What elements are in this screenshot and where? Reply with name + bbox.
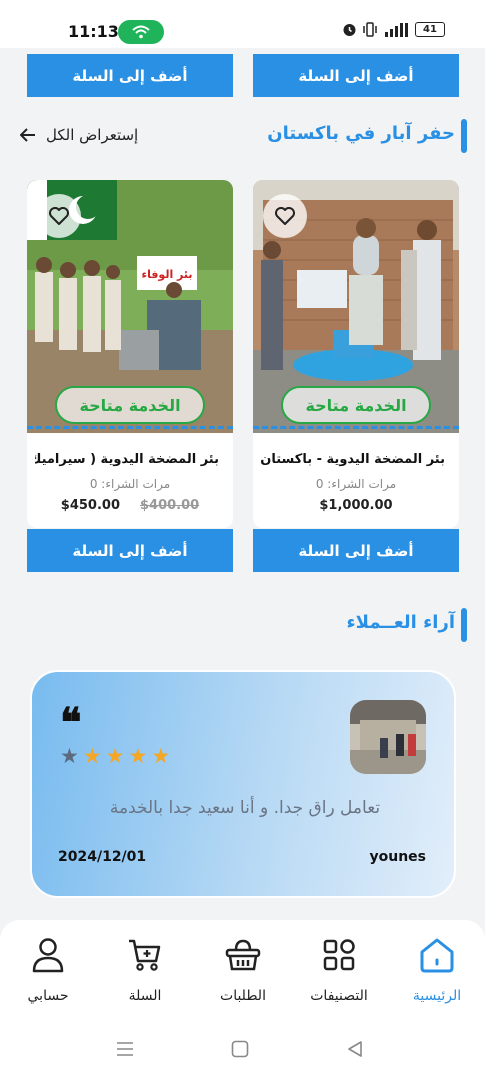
signal-icon xyxy=(385,23,408,37)
price: $450.00 xyxy=(60,498,120,513)
price-row: $450.00 $400.00 xyxy=(27,498,233,513)
orders-basket-icon xyxy=(225,939,261,971)
nav-label: حسابي xyxy=(27,988,69,1004)
star-filled-icon: ★ xyxy=(105,744,125,768)
view-all-link[interactable]: إستعراض الكل xyxy=(20,126,138,144)
nav-label: الطلبات xyxy=(220,988,266,1004)
add-to-cart-button[interactable]: أضف إلى السلة xyxy=(27,529,233,572)
section-title: آراء العــملاء xyxy=(346,612,455,633)
nav-label: الرئيسية xyxy=(412,988,462,1004)
reviewer-name: younes xyxy=(369,849,426,865)
review-date: 2024/12/01 xyxy=(58,849,147,865)
system-nav-bar xyxy=(0,1024,485,1080)
star-filled-icon: ★ xyxy=(82,744,102,768)
quote-icon: ❝ xyxy=(60,699,82,746)
availability-badge: الخدمة متاحة xyxy=(55,386,205,424)
nav-item-account[interactable]: حسابي xyxy=(3,934,93,1004)
view-all-label: إستعراض الكل xyxy=(46,126,139,144)
status-time: 11:13 xyxy=(68,22,119,41)
nav-item-home[interactable]: الرئيسية xyxy=(392,934,482,1004)
section-accent-bar xyxy=(461,119,467,153)
add-to-cart-button[interactable]: أضف إلى السلة xyxy=(253,529,459,572)
heart-icon xyxy=(275,207,295,225)
product-card[interactable]: بئر الوفاء الخدمة متاحة بئر المضخة اليدو… xyxy=(27,180,233,528)
image-divider xyxy=(27,426,233,429)
review-card: ❝ ★ ★ ★ ★ ★ تعامل راق جدا. و أنا سعيد جدا با… xyxy=(30,670,456,898)
add-to-cart-button[interactable]: أضف إلى السلة xyxy=(253,54,459,97)
well-sign-text: بئر الوفاء xyxy=(141,268,192,281)
availability-badge: الخدمة متاحة xyxy=(281,386,431,424)
favorite-button[interactable] xyxy=(37,194,81,238)
nav-label: السلة xyxy=(128,988,162,1004)
reviews-section-header: آراء العــملاء xyxy=(0,606,485,646)
arrow-left-icon xyxy=(20,128,35,142)
nav-item-categories[interactable]: التصنيفات xyxy=(294,934,384,1004)
add-to-cart-button[interactable]: أضف إلى السلة xyxy=(27,54,233,97)
categories-icon xyxy=(323,939,355,971)
nav-item-orders[interactable]: الطلبات xyxy=(198,934,288,1004)
section-accent-bar xyxy=(461,608,467,642)
purchase-count: مرات الشراء: 0 xyxy=(89,477,171,491)
star-empty-icon: ★ xyxy=(60,744,79,768)
image-divider xyxy=(253,426,459,429)
nav-item-cart[interactable]: السلة xyxy=(100,934,190,1004)
back-triangle-icon[interactable] xyxy=(346,1040,364,1058)
account-icon xyxy=(32,938,64,973)
star-filled-icon: ★ xyxy=(128,744,148,768)
alarm-icon xyxy=(343,24,356,36)
product-name[interactable]: بئر المضخة اليدوية ( سيراميك ... xyxy=(35,452,219,467)
star-filled-icon: ★ xyxy=(151,744,171,768)
section-title: حفر آبار في باكستان xyxy=(267,123,455,144)
home-square-icon[interactable] xyxy=(231,1040,249,1058)
home-icon xyxy=(420,938,454,973)
old-price: $400.00 xyxy=(140,498,200,513)
bottom-navigation: الرئيسية التصنيفات الطلبات السلة حسابي xyxy=(0,920,485,1024)
cart-icon xyxy=(129,939,161,971)
menu-icon[interactable] xyxy=(116,1040,134,1058)
product-card[interactable]: الخدمة متاحة بئر المضخة اليدوية - باكستا… xyxy=(253,180,459,528)
reviewer-avatar xyxy=(350,700,426,774)
favorite-button[interactable] xyxy=(263,194,307,238)
product-name[interactable]: بئر المضخة اليدوية - باكستان xyxy=(261,452,445,467)
wells-section-header: حفر آبار في باكستان إستعراض الكل xyxy=(0,117,485,157)
status-bar: 11:13 41 xyxy=(0,0,485,48)
nav-label: التصنيفات xyxy=(310,988,368,1004)
purchase-count: مرات الشراء: 0 xyxy=(315,477,397,491)
hotspot-indicator xyxy=(118,20,164,44)
product-image[interactable]: بئر الوفاء الخدمة متاحة xyxy=(27,180,233,433)
price: $1,000.00 xyxy=(319,498,393,513)
status-icons: 41 xyxy=(342,22,445,37)
vibrate-icon xyxy=(363,22,377,37)
price-row: $1,000.00 xyxy=(253,498,459,513)
battery-indicator: 41 xyxy=(415,22,445,37)
heart-icon xyxy=(49,207,69,225)
wifi-icon xyxy=(132,25,150,39)
rating-stars: ★ ★ ★ ★ ★ xyxy=(60,744,170,768)
review-text: تعامل راق جدا. و أنا سعيد جدا بالخدمة xyxy=(109,798,381,818)
product-image[interactable]: الخدمة متاحة xyxy=(253,180,459,433)
